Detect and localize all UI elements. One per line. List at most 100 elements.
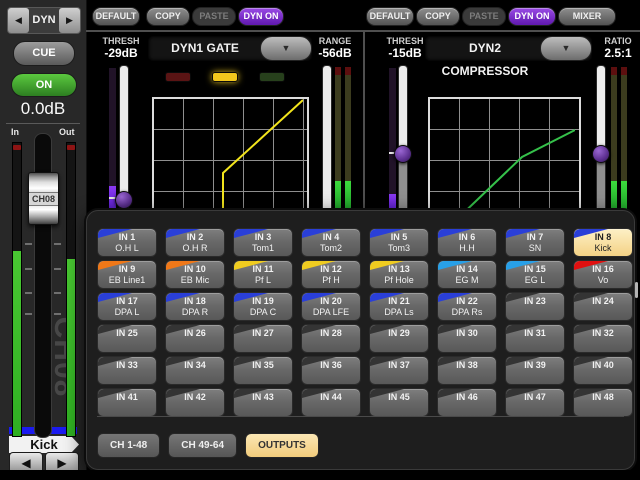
channel-button-in-19[interactable]: IN 19DPA C [233,292,293,321]
channel-id: IN 30 [438,325,496,339]
channel-button-in-43[interactable]: IN 43 [233,388,293,417]
channel-id: IN 47 [506,389,564,403]
dyn2-copy-button[interactable]: COPY [416,7,460,26]
channel-button-in-7[interactable]: IN 7SN [505,228,565,257]
channel-id: IN 31 [506,325,564,339]
channel-button-in-40[interactable]: IN 40 [573,356,633,385]
channel-button-in-15[interactable]: IN 15EG L [505,260,565,289]
channel-button-in-23[interactable]: IN 23 [505,292,565,321]
channel-id: IN 8 [574,229,632,243]
channel-button-in-47[interactable]: IN 47 [505,388,565,417]
channel-button-in-11[interactable]: IN 11Pf L [233,260,293,289]
dyn1-thresh-slider[interactable] [119,65,129,212]
channel-name: DPA C [234,307,292,318]
channel-button-in-5[interactable]: IN 5Tom3 [369,228,429,257]
dyn1-thresh-knob[interactable] [115,191,133,209]
fader-level-value: 0.0dB [0,99,86,119]
channel-id: IN 17 [98,293,156,307]
dyn2-ratio-slider[interactable] [596,65,606,212]
fader-tick [54,292,61,294]
channel-name: Tom1 [234,243,292,254]
fader-cap[interactable]: CH08 [28,172,59,225]
channel-id: IN 36 [302,357,360,371]
channel-button-in-1[interactable]: IN 1O.H L [97,228,157,257]
channel-button-in-16[interactable]: IN 16Vo [573,260,633,289]
dyn1-copy-button[interactable]: COPY [146,7,190,26]
channel-id: IN 13 [370,261,428,275]
cue-button[interactable]: CUE [13,41,75,66]
stagemix-dynamics-screen: ◀ DYN ▶ CUE ON 0.0dB In Out CH08 CH08 [0,0,640,480]
channel-id: IN 33 [98,357,156,371]
channel-id: IN 7 [506,229,564,243]
channel-id: IN 44 [302,389,360,403]
overlay-scrollbar[interactable] [635,282,638,298]
dyn2-dropdown-button[interactable]: ▼ [540,36,592,61]
channel-button-in-18[interactable]: IN 18DPA R [165,292,225,321]
channel-button-in-26[interactable]: IN 26 [165,324,225,353]
channel-button-in-10[interactable]: IN 10EB Mic [165,260,225,289]
channel-button-in-48[interactable]: IN 48 [573,388,633,417]
channel-id: IN 15 [506,261,564,275]
channel-button-in-39[interactable]: IN 39 [505,356,565,385]
dyn2-paste-button[interactable]: PASTE [462,7,506,26]
bank-tab-ch-49-64[interactable]: CH 49-64 [168,433,237,458]
channel-button-in-21[interactable]: IN 21DPA Ls [369,292,429,321]
channel-button-in-6[interactable]: IN 6H.H [437,228,497,257]
channel-button-in-9[interactable]: IN 9EB Line1 [97,260,157,289]
channel-button-in-31[interactable]: IN 31 [505,324,565,353]
channel-button-in-29[interactable]: IN 29 [369,324,429,353]
channel-button-in-33[interactable]: IN 33 [97,356,157,385]
view-prev-arrow-icon[interactable]: ◀ [8,8,29,33]
channel-button-in-30[interactable]: IN 30 [437,324,497,353]
dyn2-thresh-knob[interactable] [394,145,412,163]
view-next-arrow-icon[interactable]: ▶ [59,8,80,33]
channel-button-in-46[interactable]: IN 46 [437,388,497,417]
channel-button-in-42[interactable]: IN 42 [165,388,225,417]
fader-tick [25,313,32,315]
dyn1-default-button[interactable]: DEFAULT [92,7,140,26]
channel-button-in-32[interactable]: IN 32 [573,324,633,353]
channel-button-in-8[interactable]: IN 8Kick [573,228,633,257]
dyn1-range-label: RANGE [312,36,358,46]
dyn2-ratio-knob[interactable] [592,145,610,163]
channel-id: IN 32 [574,325,632,339]
channel-button-in-34[interactable]: IN 34 [165,356,225,385]
channel-button-in-44[interactable]: IN 44 [301,388,361,417]
dyn1-paste-button[interactable]: PASTE [192,7,236,26]
channel-button-in-25[interactable]: IN 25 [97,324,157,353]
channel-name: Pf H [302,275,360,286]
dyn2-thresh-slider[interactable] [398,65,408,212]
dyn1-on-button[interactable]: DYN ON [238,7,284,26]
channel-button-in-36[interactable]: IN 36 [301,356,361,385]
channel-button-in-22[interactable]: IN 22DPA Rs [437,292,497,321]
bank-tab-ch-1-48[interactable]: CH 1-48 [97,433,160,458]
channel-button-in-4[interactable]: IN 4Tom2 [301,228,361,257]
channel-id: IN 16 [574,261,632,275]
channel-button-in-41[interactable]: IN 41 [97,388,157,417]
mixer-button[interactable]: MIXER [558,7,616,26]
channel-button-in-17[interactable]: IN 17DPA L [97,292,157,321]
channel-on-button[interactable]: ON [11,73,77,97]
channel-button-in-20[interactable]: IN 20DPA LFE [301,292,361,321]
bank-tab-outputs[interactable]: OUTPUTS [245,433,319,458]
channel-button-in-3[interactable]: IN 3Tom1 [233,228,293,257]
dyn1-dropdown-button[interactable]: ▼ [260,36,312,61]
channel-button-in-28[interactable]: IN 28 [301,324,361,353]
channel-button-in-45[interactable]: IN 45 [369,388,429,417]
dyn2-on-button[interactable]: DYN ON [508,7,556,26]
channel-button-in-12[interactable]: IN 12Pf H [301,260,361,289]
dyn2-default-button[interactable]: DEFAULT [366,7,414,26]
channel-id: IN 19 [234,293,292,307]
channel-button-in-37[interactable]: IN 37 [369,356,429,385]
channel-button-in-24[interactable]: IN 24 [573,292,633,321]
channel-button-in-35[interactable]: IN 35 [233,356,293,385]
channel-id: IN 39 [506,357,564,371]
channel-button-in-2[interactable]: IN 2O.H R [165,228,225,257]
channel-button-in-14[interactable]: IN 14EG M [437,260,497,289]
dyn2-meter-level-l [611,181,617,211]
dyn1-range-slider[interactable] [322,65,332,212]
channel-button-in-38[interactable]: IN 38 [437,356,497,385]
channel-button-in-13[interactable]: IN 13Pf Hole [369,260,429,289]
channel-button-in-27[interactable]: IN 27 [233,324,293,353]
dyn1-output-meter-r [344,66,352,212]
